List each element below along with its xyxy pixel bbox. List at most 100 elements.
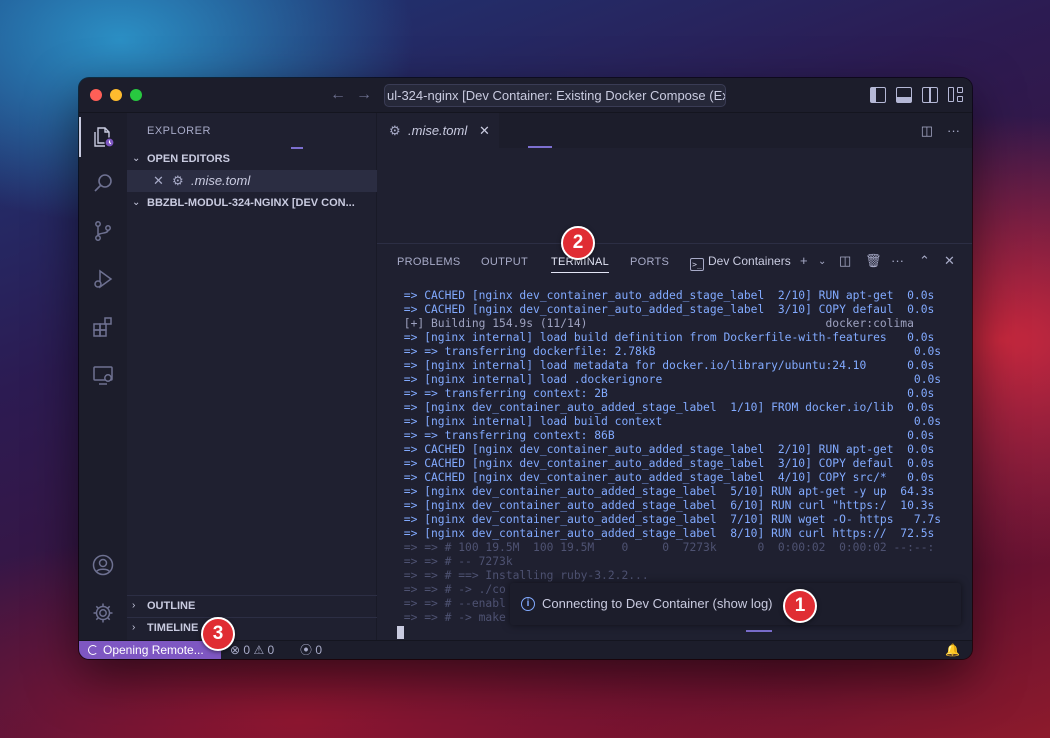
sidebar-title: EXPLORER	[147, 125, 211, 137]
chevron-down-icon[interactable]: ⌄	[818, 256, 826, 267]
accounts-icon[interactable]	[79, 545, 127, 585]
terminal-cursor	[397, 626, 404, 639]
terminal-line: => [nginx dev_container_auto_added_stage…	[397, 527, 935, 540]
trash-icon[interactable]: 🗑	[865, 253, 882, 269]
search-icon[interactable]	[79, 163, 127, 203]
panel-progress-indicator	[746, 630, 772, 632]
callout-badge-3: 3	[201, 617, 235, 651]
warning-icon: ⚠	[253, 643, 265, 657]
maximize-panel-icon[interactable]: ⌃	[919, 253, 930, 269]
title-bar: ← → ul-324-nginx [Dev Container: Existin…	[79, 78, 972, 113]
chevron-down-icon: ⌄	[132, 197, 141, 208]
terminal-line: => CACHED [nginx dev_container_auto_adde…	[397, 303, 935, 316]
tab-ports[interactable]: PORTS	[630, 256, 669, 268]
close-icon[interactable]: ✕	[153, 170, 164, 192]
timeline-section[interactable]: › TIMELINE	[127, 617, 377, 639]
terminal-line: => => transferring context: 2B 0.0s	[397, 387, 935, 400]
terminal-line: => [nginx internal] load build definitio…	[397, 331, 935, 344]
broadcast-icon: ⦿	[300, 643, 313, 657]
terminal-line: => => transferring context: 86B 0.0s	[397, 429, 935, 442]
close-window-button[interactable]	[90, 89, 102, 101]
chevron-down-icon: ⌄	[132, 153, 141, 164]
terminal-line: => [nginx dev_container_auto_added_stage…	[397, 485, 935, 498]
remote-indicator[interactable]: Opening Remote...	[79, 641, 221, 659]
source-control-icon[interactable]	[79, 211, 127, 251]
terminal-line: => CACHED [nginx dev_container_auto_adde…	[397, 443, 935, 456]
go-forward-icon[interactable]: →	[356, 86, 372, 104]
remote-explorer-icon[interactable]	[79, 355, 127, 395]
error-count: 0	[243, 643, 251, 657]
tab-mise-toml[interactable]: ⚙ .mise.toml ✕	[377, 113, 499, 148]
warning-count: 0	[267, 643, 275, 657]
loading-spinner-icon	[88, 645, 98, 655]
settings-file-icon: ⚙	[389, 123, 401, 138]
more-actions-icon[interactable]: ···	[947, 123, 960, 139]
vscode-window: ← → ul-324-nginx [Dev Container: Existin…	[79, 78, 972, 659]
terminal-line: => [nginx dev_container_auto_added_stage…	[397, 401, 935, 414]
go-back-icon[interactable]: ←	[330, 86, 346, 104]
terminal-line: => CACHED [nginx dev_container_auto_adde…	[397, 289, 935, 302]
terminal-line: [+] Building 154.9s (11/14) docker:colim…	[397, 317, 914, 330]
toggle-secondary-sidebar-icon[interactable]	[922, 87, 938, 103]
notification-toast[interactable]: i Connecting to Dev Container (show log)	[510, 583, 961, 625]
tab-problems[interactable]: PROBLEMS	[397, 256, 461, 268]
notification-text[interactable]: Connecting to Dev Container (show log)	[542, 583, 773, 625]
minimize-window-button[interactable]	[110, 89, 122, 101]
layout-controls	[870, 87, 964, 103]
explorer-icon[interactable]	[79, 117, 127, 157]
command-center[interactable]: ul-324-nginx [Dev Container: Existing Do…	[384, 84, 726, 107]
split-terminal-icon[interactable]: ◫	[839, 253, 851, 269]
workspace-folder-section[interactable]: ⌄ BBZBL-MODUL-324-NGINX [DEV CON...	[127, 192, 377, 214]
tab-output[interactable]: OUTPUT	[481, 256, 528, 268]
toggle-primary-sidebar-icon[interactable]	[870, 87, 886, 103]
tab-label: .mise.toml	[408, 123, 468, 138]
bottom-panel: PROBLEMS OUTPUT TERMINAL PORTS >_ Dev Con…	[377, 243, 972, 640]
ports-status[interactable]: ⦿ 0	[300, 641, 322, 659]
open-editors-label: OPEN EDITORS	[147, 153, 230, 165]
chevron-right-icon: ›	[132, 622, 136, 633]
ports-count: 0	[315, 643, 323, 657]
close-tab-icon[interactable]: ✕	[479, 113, 490, 148]
terminal-line: => => # -- 7273k	[397, 555, 513, 568]
problems-status[interactable]: ⊗ 0 ⚠ 0	[230, 641, 274, 659]
editor-tabs: ⚙ .mise.toml ✕ ◫ ···	[377, 113, 972, 148]
close-panel-icon[interactable]: ✕	[944, 253, 955, 269]
terminal-icon: >_	[690, 258, 704, 271]
terminal-line: => CACHED [nginx dev_container_auto_adde…	[397, 457, 935, 470]
zoom-window-button[interactable]	[130, 89, 142, 101]
workspace-folder-label: BBZBL-MODUL-324-NGINX [DEV CON...	[147, 197, 355, 209]
extensions-icon[interactable]	[79, 307, 127, 347]
remote-indicator-label: Opening Remote...	[103, 643, 204, 657]
explorer-sidebar: EXPLORER ⌄ OPEN EDITORS ✕ ⚙ .mise.toml ⌄…	[127, 113, 377, 640]
terminal-line: => [nginx internal] load .dockerignore 0…	[397, 373, 942, 386]
callout-badge-2: 2	[561, 226, 595, 260]
editor-progress-indicator	[528, 146, 552, 148]
activity-bar	[79, 113, 127, 640]
new-terminal-icon[interactable]: +	[800, 253, 808, 268]
outline-label: OUTLINE	[147, 600, 196, 612]
terminal-line: => => # ==> Installing ruby-3.2.2...	[397, 569, 649, 582]
manage-gear-icon[interactable]	[79, 593, 127, 633]
error-icon: ⊗	[230, 643, 241, 657]
editor-actions: ◫ ···	[921, 123, 960, 139]
split-editor-icon[interactable]: ◫	[921, 123, 933, 139]
open-editors-section[interactable]: ⌄ OPEN EDITORS	[127, 148, 377, 170]
run-and-debug-icon[interactable]	[79, 259, 127, 299]
chevron-right-icon: ›	[132, 600, 136, 611]
terminal-line: => [nginx internal] load build context 0…	[397, 415, 942, 428]
terminal-output[interactable]: => CACHED [nginx dev_container_auto_adde…	[397, 289, 957, 629]
info-icon: i	[521, 597, 535, 611]
open-editor-item[interactable]: ✕ ⚙ .mise.toml	[127, 170, 377, 192]
more-actions-icon[interactable]: ···	[891, 253, 904, 268]
settings-file-icon: ⚙	[172, 173, 184, 188]
terminal-line: => [nginx dev_container_auto_added_stage…	[397, 513, 942, 526]
toggle-panel-icon[interactable]	[896, 87, 912, 103]
terminal-line: => CACHED [nginx dev_container_auto_adde…	[397, 471, 935, 484]
notifications-bell-icon[interactable]: 🔔	[945, 641, 960, 659]
terminal-line: => => transferring dockerfile: 2.78kB 0.…	[397, 345, 942, 358]
customize-layout-icon[interactable]	[948, 87, 964, 103]
terminal-selector[interactable]: >_ Dev Containers	[690, 254, 791, 271]
outline-section[interactable]: › OUTLINE	[127, 595, 377, 617]
timeline-label: TIMELINE	[147, 622, 199, 634]
terminal-line: => [nginx internal] load metadata for do…	[397, 359, 935, 372]
